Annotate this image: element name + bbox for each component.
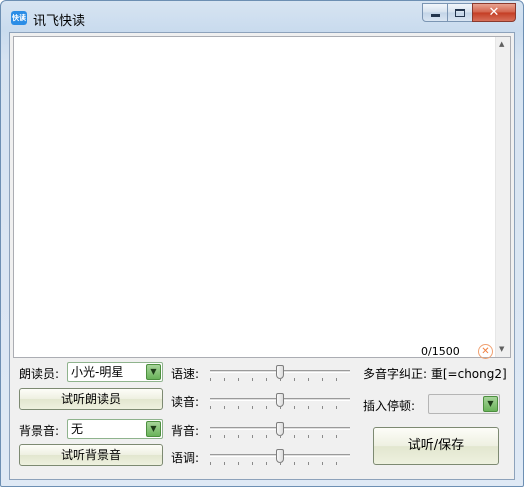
pitch-label: 语调: [171,451,200,465]
reader-label: 朗读员: [19,367,60,381]
close-button[interactable]: ✕ [472,3,516,22]
slider-ticks [210,435,350,438]
slider-thumb[interactable] [276,393,284,407]
scroll-down-icon[interactable]: ▼ [499,345,504,353]
slider-thumb[interactable] [276,449,284,463]
preview-bgm-button[interactable]: 试听背景音 [19,444,163,466]
text-input-area[interactable]: ▲ ▼ 0/1500 ✕ [13,36,511,359]
reader-select[interactable]: 小光-明星 ▼ [67,362,163,382]
volume-slider[interactable] [210,393,350,410]
maximize-button[interactable] [447,3,473,22]
vertical-scrollbar[interactable]: ▲ ▼ [495,37,510,357]
clear-text-icon[interactable]: ✕ [478,344,493,359]
preview-save-button[interactable]: 试听/保存 [373,427,499,465]
slider-thumb[interactable] [276,422,284,436]
chevron-down-icon: ▼ [146,364,161,380]
volume-label: 读音: [171,395,200,409]
minimize-icon [430,14,440,17]
bgm-select[interactable]: 无 ▼ [67,419,163,439]
minimize-button[interactable] [422,3,448,22]
slider-ticks [210,462,350,465]
speed-slider[interactable] [210,365,350,382]
speed-label: 语速: [171,367,200,381]
title-bar[interactable]: 快读 讯飞快读 ✕ [1,1,523,33]
window-controls: ✕ [422,3,516,23]
scroll-up-icon[interactable]: ▲ [499,40,504,48]
polyphone-correction-label: 多音字纠正: 重[=chong2] [363,367,507,381]
slider-ticks [210,378,350,381]
char-counter: 0/1500 [421,345,460,358]
window-title: 讯飞快读 [33,14,86,29]
preview-reader-button[interactable]: 试听朗读员 [19,388,163,410]
slider-ticks [210,406,350,409]
bg-volume-label: 背音: [171,424,200,438]
pause-select[interactable]: ▼ [428,394,500,414]
maximize-icon [455,8,465,17]
chevron-down-icon: ▼ [146,421,161,437]
chevron-down-icon: ▼ [483,396,498,412]
pause-label: 插入停顿: [363,399,416,413]
client-area: ▲ ▼ 0/1500 ✕ 朗读员: 小光-明星 ▼ 试听朗读员 背景音: 无 ▼… [9,32,515,480]
bgm-select-value: 无 [71,422,84,436]
pitch-slider[interactable] [210,449,350,466]
bg-volume-slider[interactable] [210,422,350,439]
close-icon: ✕ [488,5,500,20]
slider-thumb[interactable] [276,365,284,379]
bgm-label: 背景音: [19,424,60,438]
app-window: 快读 讯飞快读 ✕ ▲ ▼ 0/1500 ✕ 朗读员: 小光-明星 ▼ 试听朗读… [0,0,524,487]
reader-select-value: 小光-明星 [71,365,124,379]
app-logo-icon: 快读 [11,11,27,25]
